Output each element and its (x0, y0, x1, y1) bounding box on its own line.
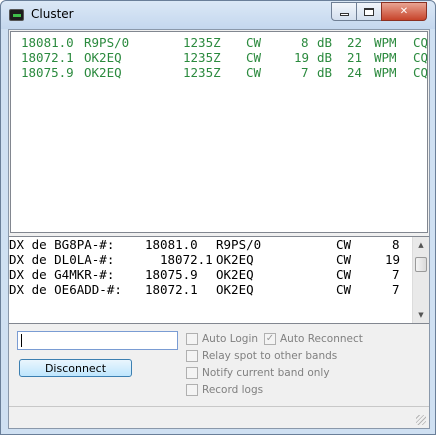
spot-row[interactable]: 18072.1 OK2EQ 1235Z CW 19 dB 21 WPM CQ (11, 50, 428, 66)
auto-login-label: Auto Login (202, 333, 259, 345)
raw-spotter: DX de OE6ADD-#: (9, 282, 122, 297)
raw-mode: CW (336, 267, 352, 282)
spot-call: OK2EQ (84, 50, 122, 65)
spot-snr: 19 (294, 50, 310, 65)
raw-freq: 18075.9 (145, 267, 198, 282)
spot-row[interactable]: 18081.0 R9PS/0 1235Z CW 8 dB 22 WPM CQ (11, 35, 428, 51)
checkbox-box (186, 350, 198, 362)
spot-wpm-unit: WPM (374, 65, 397, 80)
spot-row[interactable]: 18075.9 OK2EQ 1235Z CW 7 dB 24 WPM CQ (11, 65, 428, 81)
spot-wpm: 22 (347, 35, 363, 50)
raw-spotter: DX de G4MKR-#: (9, 267, 115, 282)
scrollbar-thumb[interactable] (415, 257, 427, 272)
spot-wpm: 24 (347, 65, 363, 80)
spot-extra: CQ (413, 65, 428, 80)
auto-login-checkbox[interactable]: Auto Login (186, 333, 258, 345)
terminal-icon (9, 9, 24, 21)
title-bar[interactable]: Cluster ✕ (1, 1, 435, 29)
auto-reconnect-label: Auto Reconnect (280, 333, 363, 345)
raw-call: OK2EQ (216, 282, 254, 297)
raw-cluster-output[interactable]: DX de BG8PA-#: 18081.0 R9PS/0 CW 8 DX de… (9, 236, 429, 324)
text-caret (21, 334, 22, 347)
spot-snr: 8 (301, 35, 309, 50)
close-button[interactable]: ✕ (381, 2, 427, 21)
spot-snr-unit: dB (317, 35, 333, 50)
notify-band-label: Notify current band only (202, 367, 330, 379)
record-logs-label: Record logs (202, 384, 264, 396)
spot-wpm: 21 (347, 50, 363, 65)
scroll-down-icon[interactable]: ▼ (413, 307, 429, 323)
raw-num: 8 (392, 237, 400, 252)
raw-mode: CW (336, 252, 352, 267)
spot-snr-unit: dB (317, 65, 333, 80)
spot-time: 1235Z (183, 35, 221, 50)
spot-mode: CW (246, 65, 262, 80)
notify-band-checkbox[interactable]: Notify current band only (186, 367, 330, 379)
raw-num: 7 (392, 282, 400, 297)
spot-snr: 7 (301, 65, 309, 80)
spot-mode: CW (246, 35, 262, 50)
client-area: 18081.0 R9PS/0 1235Z CW 8 dB 22 WPM CQ 1… (8, 29, 430, 429)
spot-wpm-unit: WPM (374, 50, 397, 65)
cluster-window: Cluster ✕ 18081.0 R9PS/0 1235Z CW 8 dB 2… (0, 0, 436, 435)
raw-mode: CW (336, 237, 352, 252)
raw-line: DX de DL0LA-#: 18072.1 OK2EQ CW 19 (9, 252, 429, 267)
relay-spot-label: Relay spot to other bands (202, 350, 338, 362)
raw-freq: 18072.1 (145, 282, 198, 297)
raw-mode: CW (336, 282, 352, 297)
record-logs-checkbox[interactable]: Record logs (186, 384, 263, 396)
close-icon: ✕ (399, 6, 409, 17)
checkmark-icon: ✓ (264, 333, 276, 345)
controls-panel: Disconnect Auto Login ✓ Auto Reconnect R… (10, 326, 428, 404)
spot-wpm-unit: WPM (374, 35, 397, 50)
raw-call: R9PS/0 (216, 237, 262, 252)
raw-call: OK2EQ (216, 267, 254, 282)
raw-freq: 18081.0 (145, 237, 198, 252)
raw-call: OK2EQ (216, 252, 254, 267)
spot-freq: 18072.1 (21, 50, 74, 65)
vertical-scrollbar[interactable]: ▲ ▼ (412, 237, 429, 323)
spot-freq: 18081.0 (21, 35, 74, 50)
spot-call: OK2EQ (84, 65, 122, 80)
spot-mode: CW (246, 50, 262, 65)
spot-extra: CQ (413, 50, 428, 65)
checkbox-box (186, 333, 198, 345)
checkbox-box (186, 367, 198, 379)
raw-line: DX de BG8PA-#: 18081.0 R9PS/0 CW 8 (9, 237, 429, 252)
raw-num: 7 (392, 267, 400, 282)
raw-spotter: DX de DL0LA-#: (9, 252, 115, 267)
raw-line: DX de OE6ADD-#: 18072.1 OK2EQ CW 7 (9, 282, 429, 297)
spot-list[interactable]: 18081.0 R9PS/0 1235Z CW 8 dB 22 WPM CQ 1… (10, 31, 428, 233)
disconnect-button[interactable]: Disconnect (19, 359, 132, 377)
spot-time: 1235Z (183, 65, 221, 80)
maximize-icon (364, 7, 374, 16)
raw-line: DX de G4MKR-#: 18075.9 OK2EQ CW 7 (9, 267, 429, 282)
raw-freq: 18072.1 (160, 252, 213, 267)
minimize-icon (339, 13, 349, 16)
checkbox-box (186, 384, 198, 396)
spot-time: 1235Z (183, 50, 221, 65)
host-input[interactable] (17, 331, 178, 350)
auto-reconnect-checkbox[interactable]: ✓ Auto Reconnect (264, 333, 363, 345)
maximize-button[interactable] (356, 2, 382, 21)
raw-num: 19 (385, 252, 401, 267)
spot-extra: CQ (413, 35, 428, 50)
spot-freq: 18075.9 (21, 65, 74, 80)
status-bar (9, 406, 429, 428)
scroll-up-icon[interactable]: ▲ (413, 237, 429, 253)
raw-spotter: DX de BG8PA-#: (9, 237, 115, 252)
minimize-button[interactable] (331, 2, 357, 21)
spot-call: R9PS/0 (84, 35, 130, 50)
resize-grip-icon[interactable] (416, 415, 426, 425)
spot-snr-unit: dB (317, 50, 333, 65)
window-title: Cluster (31, 7, 74, 21)
relay-spot-checkbox[interactable]: Relay spot to other bands (186, 350, 337, 362)
